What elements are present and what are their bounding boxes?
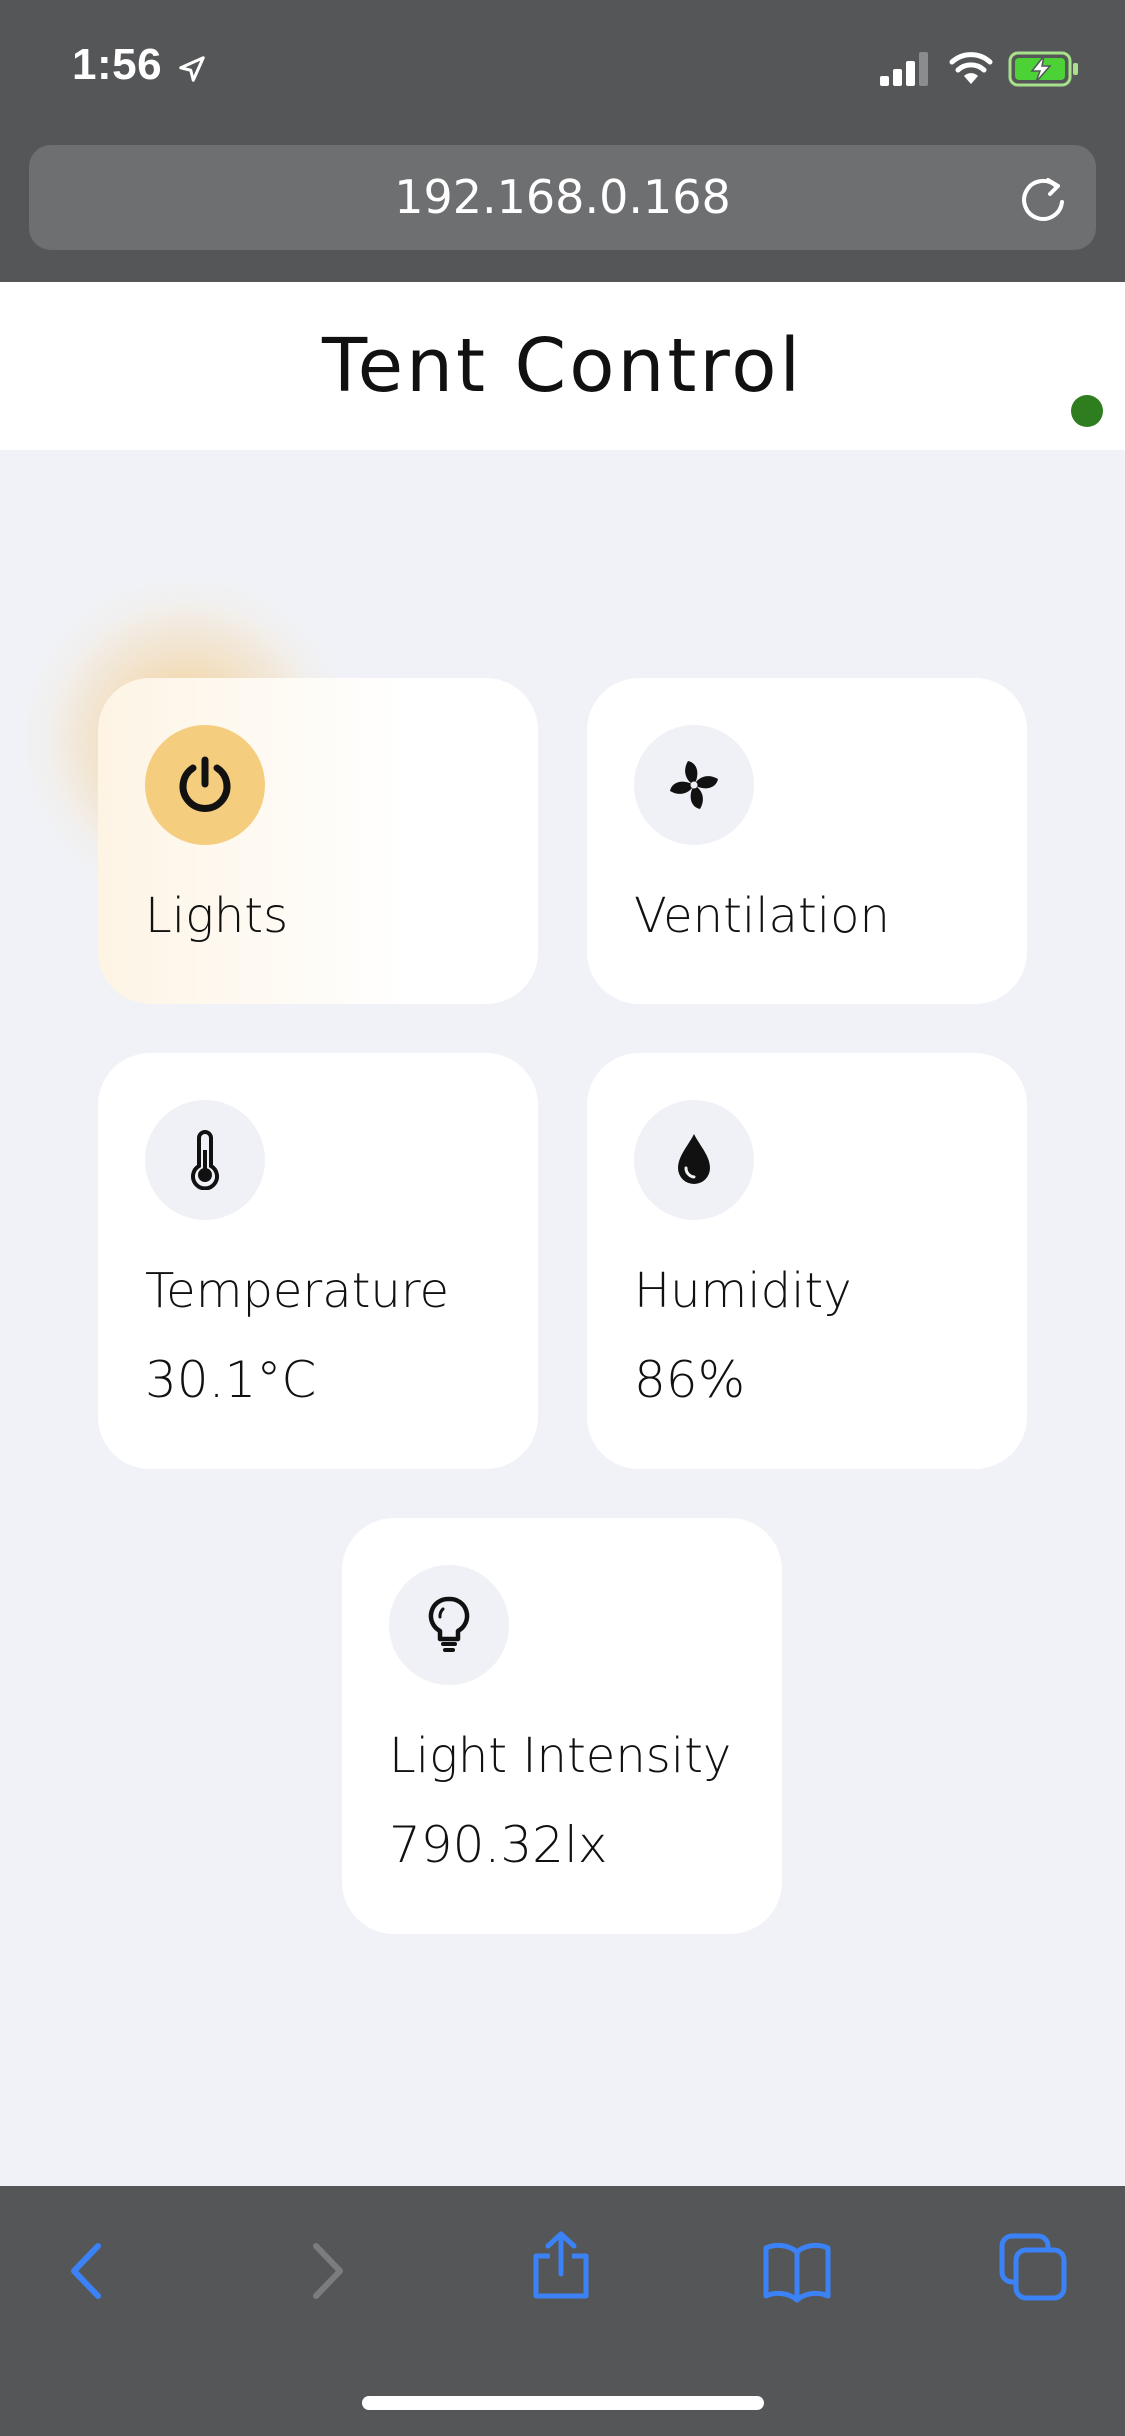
reload-icon[interactable] — [1016, 172, 1072, 228]
lights-label: Lights — [145, 888, 289, 944]
url-text: 192.168.0.168 — [394, 170, 731, 224]
light-intensity-label: Light Intensity — [389, 1728, 732, 1784]
address-bar[interactable]: 192.168.0.168 — [29, 145, 1096, 250]
light-intensity-card: Light Intensity 790.32lx — [342, 1518, 782, 1934]
lights-icon-wrap — [145, 725, 265, 845]
humidity-label: Humidity — [634, 1263, 852, 1319]
forward-icon[interactable] — [292, 2236, 362, 2306]
page-title: Tent Control — [321, 323, 804, 409]
battery-charging-icon — [1008, 51, 1078, 87]
thermometer-icon — [191, 1130, 219, 1190]
humidity-card: Humidity 86% — [587, 1053, 1027, 1469]
browser-top-chrome: 1:56 192.168.0.168 — [0, 0, 1125, 282]
status-bar: 1:56 — [0, 0, 1125, 140]
wifi-icon — [949, 52, 993, 84]
temperature-value: 30.1°C — [145, 1351, 317, 1409]
droplet-icon — [678, 1134, 710, 1184]
ventilation-label: Ventilation — [634, 888, 890, 944]
bookmarks-icon[interactable] — [762, 2236, 832, 2306]
connection-status-indicator — [1071, 395, 1103, 427]
back-icon[interactable] — [52, 2236, 122, 2306]
home-indicator — [362, 2396, 764, 2410]
temperature-label: Temperature — [145, 1263, 450, 1319]
light-intensity-icon-wrap — [389, 1565, 509, 1685]
light-intensity-value: 790.32lx — [389, 1816, 608, 1874]
app-header: Tent Control — [0, 282, 1125, 450]
status-time: 1:56 — [72, 40, 163, 89]
ventilation-toggle-card[interactable]: Ventilation — [587, 678, 1027, 1004]
cellular-signal-icon — [880, 52, 928, 86]
lightbulb-icon — [428, 1596, 470, 1652]
temperature-icon-wrap — [145, 1100, 265, 1220]
humidity-icon-wrap — [634, 1100, 754, 1220]
tabs-icon[interactable] — [998, 2232, 1068, 2302]
ventilation-icon-wrap — [634, 725, 754, 845]
location-arrow-icon — [179, 56, 205, 82]
temperature-card: Temperature 30.1°C — [98, 1053, 538, 1469]
fan-icon — [670, 761, 718, 809]
power-icon — [179, 756, 231, 812]
humidity-value: 86% — [634, 1351, 746, 1409]
share-icon[interactable] — [526, 2230, 596, 2300]
lights-toggle-card[interactable]: Lights — [98, 678, 538, 1004]
